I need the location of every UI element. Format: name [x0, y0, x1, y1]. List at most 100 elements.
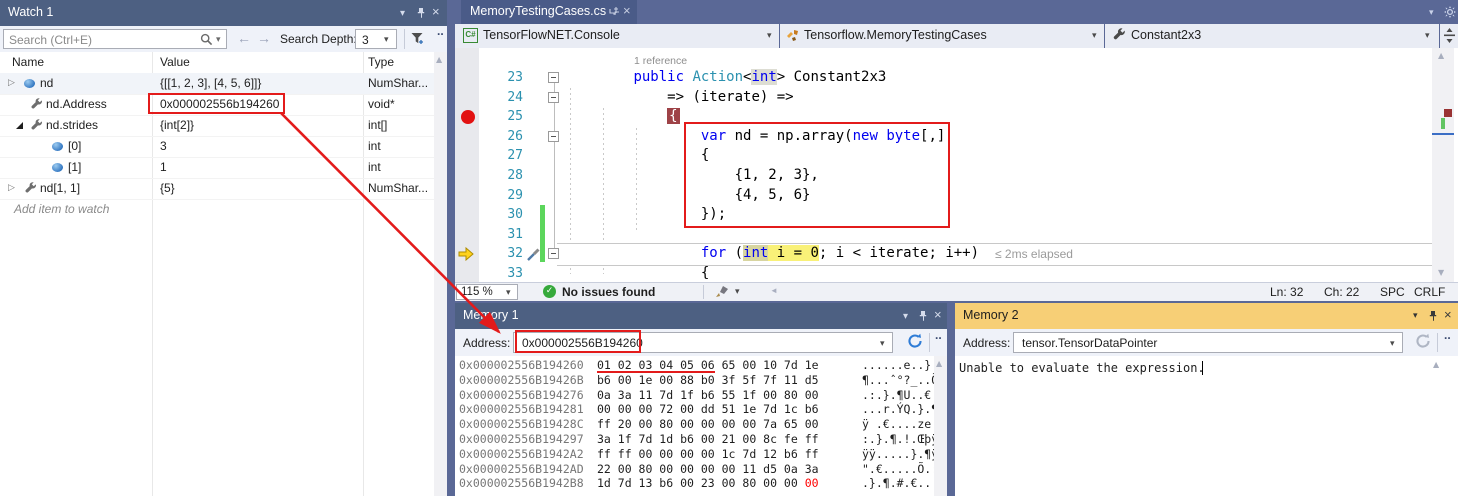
memory2-title-bar[interactable]: Memory 2 ▾ ×: [955, 303, 1458, 329]
watch-row-type: int: [368, 139, 381, 153]
toolbar-overflow-icon[interactable]: ..: [935, 328, 942, 342]
code-token: {1, 2, 3},: [735, 167, 819, 183]
watch-row[interactable]: [0] 3 int: [0, 136, 434, 158]
memory-row-ascii: .}.¶.#.€...: [862, 476, 938, 491]
code-line[interactable]: public Action<int> Constant2x3: [566, 68, 886, 88]
watch-row-value[interactable]: 0x000002556b194260: [160, 97, 279, 111]
type-dropdown[interactable]: Tensorflow.MemoryTestingCases ▾: [780, 24, 1104, 48]
address-value: 0x000002556B194260: [522, 336, 643, 350]
zoom-select[interactable]: 115 % ▾: [456, 284, 518, 300]
expander-collapsed-icon[interactable]: ▷: [8, 79, 15, 88]
scroll-up-icon[interactable]: ▲: [1438, 51, 1444, 60]
tab-title: MemoryTestingCases.cs: [470, 4, 606, 18]
scroll-up-icon[interactable]: ▲: [1433, 360, 1439, 369]
fold-collapse-box[interactable]: [548, 131, 559, 142]
scroll-down-icon[interactable]: ▼: [1438, 268, 1444, 277]
fold-collapse-box[interactable]: [548, 248, 559, 259]
watch-row-name: [0]: [68, 139, 81, 153]
health-check-icon[interactable]: ✓: [543, 285, 556, 298]
watch-panel: Watch 1 ▾ × Search (Ctrl+E) ▾ ← → Search…: [0, 0, 447, 496]
memory-row-bytes: 0a 3a 11 7d 1f b6 55 1f 00 80 00: [597, 388, 819, 403]
tab-pin-icon[interactable]: [609, 6, 619, 21]
expander-expanded-icon[interactable]: [16, 122, 23, 129]
memory-row-address: 0x000002556B1942A2: [459, 447, 584, 462]
pin-icon[interactable]: [1428, 310, 1438, 325]
brush-chevron-icon[interactable]: ▾: [735, 287, 740, 297]
address-chevron-icon[interactable]: ▾: [1390, 339, 1395, 349]
pin-icon[interactable]: [918, 310, 928, 325]
split-window-icon[interactable]: [1443, 28, 1456, 46]
code-line[interactable]: {4, 5, 6}: [566, 186, 810, 206]
address-chevron-icon[interactable]: ▾: [880, 339, 885, 349]
watch-row-value[interactable]: {[[1, 2, 3], [4, 5, 6]]}: [160, 76, 261, 90]
tab-close-icon[interactable]: ×: [623, 3, 631, 18]
code-line[interactable]: => (iterate) =>: [566, 88, 794, 108]
gear-icon[interactable]: [1444, 6, 1456, 21]
expander-collapsed-icon[interactable]: ▷: [8, 184, 15, 193]
memory1-address-input[interactable]: 0x000002556B194260 ▾: [513, 332, 893, 353]
scroll-up-icon[interactable]: ▲: [436, 55, 442, 64]
scroll-left-icon[interactable]: ◄: [770, 286, 778, 295]
memory2-content[interactable]: Unable to evaluate the expression. ▲: [955, 356, 1443, 496]
code-line[interactable]: for (int i = 0; i < iterate; i++): [566, 244, 979, 264]
code-line[interactable]: {: [566, 264, 709, 284]
window-menu-chevron-icon[interactable]: ▾: [903, 311, 908, 322]
text-caret: [1202, 361, 1203, 375]
memory1-scrollbar[interactable]: ▲: [934, 356, 947, 496]
line-number: 32: [479, 246, 523, 261]
breakpoint-icon[interactable]: [461, 110, 475, 124]
code-line[interactable]: {: [566, 146, 709, 166]
format-brush-icon[interactable]: [715, 285, 729, 301]
member-dropdown[interactable]: Constant2x3 ▾: [1105, 24, 1438, 48]
nav-separator: [1439, 24, 1440, 48]
add-item-to-watch[interactable]: Add item to watch: [14, 202, 109, 216]
code-line[interactable]: {: [566, 107, 680, 127]
fold-collapse-box[interactable]: [548, 92, 559, 103]
watch-row[interactable]: nd.Address0x000002556b194260void*: [0, 94, 434, 116]
code-line[interactable]: var nd = np.array(new byte[,]: [566, 127, 945, 147]
project-chevron-icon[interactable]: ▾: [767, 31, 772, 41]
code-token: [,]: [920, 128, 945, 144]
code-area[interactable]: 1 reference 23 public Action<int> Consta…: [455, 48, 1458, 282]
watch-row[interactable]: ▷nd[1, 1]{5}NumShar...: [0, 178, 434, 200]
value-sphere-icon: [24, 79, 35, 88]
refresh-icon[interactable]: [907, 333, 923, 352]
editor-tab[interactable]: MemoryTestingCases.cs ×: [461, 0, 637, 24]
scroll-up-icon[interactable]: ▲: [936, 359, 942, 368]
code-token: {: [701, 147, 709, 163]
watch-row-name: [1]: [68, 160, 81, 174]
watch-row[interactable]: nd.strides{int[2]}int[]: [0, 115, 434, 137]
issues-status[interactable]: No issues found: [562, 285, 655, 299]
watch-row-value[interactable]: 1: [160, 160, 167, 174]
watch-row-value[interactable]: {5}: [160, 181, 175, 195]
editor-menu-chevron-icon[interactable]: ▾: [1429, 8, 1434, 18]
memory-row-address: 0x000002556B194276: [459, 388, 584, 403]
fold-collapse-box[interactable]: [548, 72, 559, 83]
watch-row[interactable]: ▷nd{[[1, 2, 3], [4, 5, 6]]}NumShar...: [0, 73, 434, 95]
watch-row-type: void*: [368, 97, 395, 111]
line-number: 23: [479, 70, 523, 85]
memory1-hex-dump[interactable]: 0x000002556B19426001 02 03 04 05 06 65 0…: [455, 356, 934, 496]
close-icon[interactable]: ×: [1444, 307, 1452, 322]
type-chevron-icon[interactable]: ▾: [1092, 31, 1097, 41]
code-line[interactable]: {1, 2, 3},: [566, 166, 819, 186]
member-chevron-icon[interactable]: ▾: [1425, 31, 1430, 41]
toolbar-overflow-icon[interactable]: ..: [437, 24, 444, 38]
watch-row-value[interactable]: 3: [160, 139, 167, 153]
toolbar-overflow-icon[interactable]: ..: [1444, 328, 1451, 342]
edit-screwdriver-icon: [527, 247, 541, 264]
zoom-chevron-icon[interactable]: ▾: [506, 288, 511, 298]
watch-scrollbar[interactable]: ▲: [434, 52, 447, 496]
window-menu-chevron-icon[interactable]: ▾: [1413, 311, 1418, 321]
close-icon[interactable]: ×: [934, 307, 942, 322]
project-dropdown[interactable]: C# TensorFlowNET.Console ▾: [455, 24, 779, 48]
code-line[interactable]: });: [566, 205, 726, 225]
memory-row-bytes: b6 00 1e 00 88 b0 3f 5f 7f 11 d5: [597, 373, 819, 388]
watch-row-value[interactable]: {int[2]}: [160, 118, 194, 132]
memory2-address-input[interactable]: tensor.TensorDataPointer ▾: [1013, 332, 1403, 353]
memory1-title-bar[interactable]: Memory 1 ▾ ×: [455, 303, 947, 329]
watch-row[interactable]: [1]1int: [0, 157, 434, 179]
line-number: 30: [479, 207, 523, 222]
editor-scrollbar[interactable]: ▲ ▼: [1432, 48, 1454, 282]
toolbar-separator: [929, 333, 930, 352]
